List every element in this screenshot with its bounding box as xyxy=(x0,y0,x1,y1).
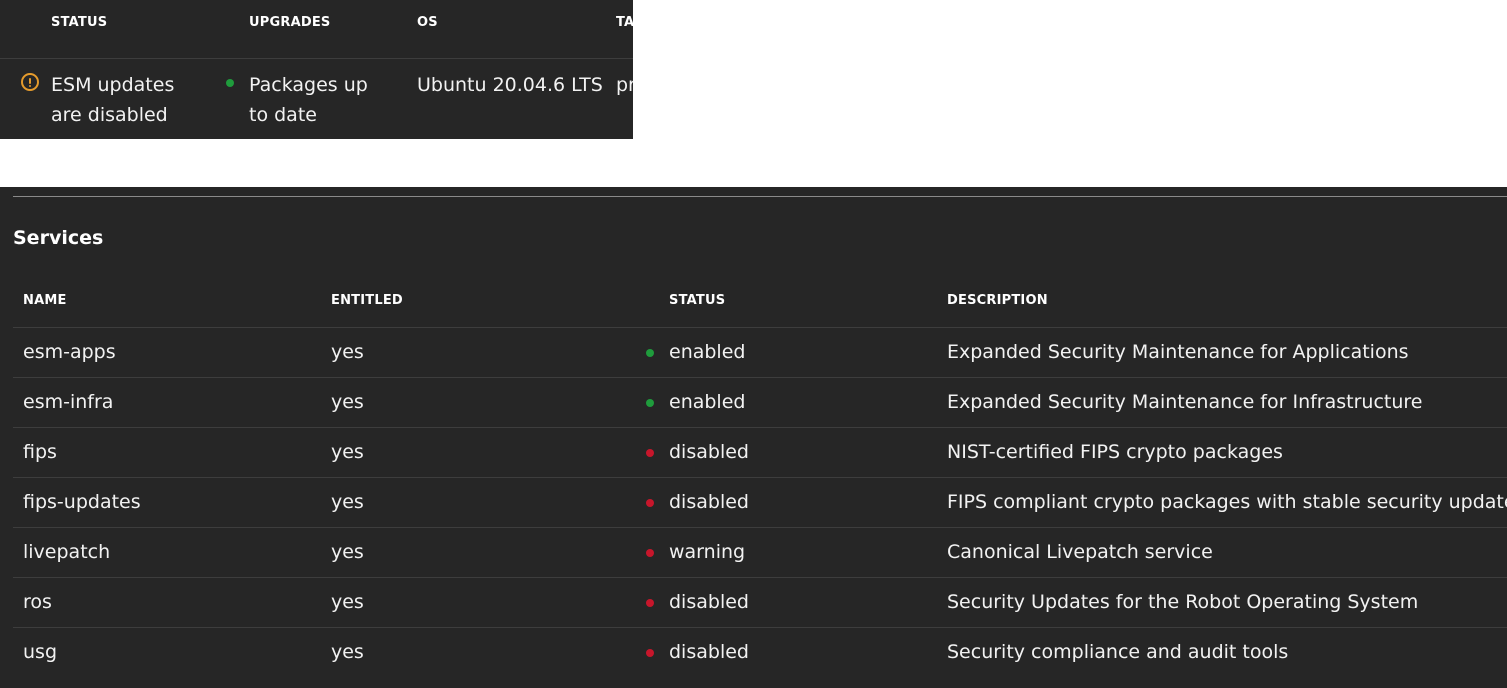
services-header-status: STATUS xyxy=(669,293,726,308)
service-entitled: yes xyxy=(331,391,364,413)
service-status: disabled xyxy=(669,591,749,613)
service-entitled: yes xyxy=(331,591,364,613)
status-dot-icon xyxy=(646,649,654,657)
table-row: fips yes disabled NIST-certified FIPS cr… xyxy=(13,427,1507,477)
services-panel: Services NAME ENTITLED STATUS DESCRIPTIO… xyxy=(0,187,1507,688)
table-row: ros yes disabled Security Updates for th… xyxy=(13,577,1507,627)
os-cell: Ubuntu 20.04.6 LTS xyxy=(417,74,603,96)
status-dot-icon xyxy=(646,399,654,407)
service-description: Canonical Livepatch service xyxy=(947,541,1213,563)
service-description: FIPS compliant crypto packages with stab… xyxy=(947,491,1507,513)
section-divider xyxy=(13,196,1507,197)
upgrades-status-dot-icon xyxy=(226,79,234,87)
upgrades-cell: Packages up to date xyxy=(249,70,368,130)
service-name: fips xyxy=(23,441,57,463)
service-entitled: yes xyxy=(331,541,364,563)
service-name: livepatch xyxy=(23,541,111,563)
service-status: disabled xyxy=(669,491,749,513)
service-entitled: yes xyxy=(331,341,364,363)
table-row: fips-updates yes disabled FIPS compliant… xyxy=(13,477,1507,527)
status-dot-icon xyxy=(646,499,654,507)
service-description: Security compliance and audit tools xyxy=(947,641,1289,663)
service-status: disabled xyxy=(669,641,749,663)
table-row: esm-apps yes enabled Expanded Security M… xyxy=(13,327,1507,377)
status-cell: ESM updates are disabled xyxy=(51,70,174,130)
upgrades-text-line2: to date xyxy=(249,104,317,126)
upgrades-text-line1: Packages up xyxy=(249,74,368,96)
status-dot-icon xyxy=(646,349,654,357)
services-header-description: DESCRIPTION xyxy=(947,293,1048,308)
table-row: livepatch yes warning Canonical Livepatc… xyxy=(13,527,1507,577)
service-description: Expanded Security Maintenance for Infras… xyxy=(947,391,1423,413)
status-dot-icon xyxy=(646,549,654,557)
status-dot-icon xyxy=(646,599,654,607)
header-divider xyxy=(0,58,633,59)
column-header-os: OS xyxy=(417,15,438,30)
tags-cell: pro xyxy=(616,74,633,96)
machine-summary-panel: STATUS UPGRADES OS TAGS ESM updates are … xyxy=(0,0,633,139)
column-header-status: STATUS xyxy=(51,15,108,30)
service-description: Security Updates for the Robot Operating… xyxy=(947,591,1419,613)
column-header-tags: TAGS xyxy=(616,15,633,30)
service-status: warning xyxy=(669,541,746,563)
warning-circle-icon xyxy=(21,73,39,91)
status-text-line2: are disabled xyxy=(51,104,168,126)
service-status: enabled xyxy=(669,391,746,413)
status-dot-icon xyxy=(646,449,654,457)
service-name: esm-apps xyxy=(23,341,116,363)
service-entitled: yes xyxy=(331,441,364,463)
service-status: enabled xyxy=(669,341,746,363)
service-entitled: yes xyxy=(331,641,364,663)
services-header-entitled: ENTITLED xyxy=(331,293,403,308)
service-name: esm-infra xyxy=(23,391,114,413)
service-name: fips-updates xyxy=(23,491,141,513)
table-row: esm-infra yes enabled Expanded Security … xyxy=(13,377,1507,427)
service-description: NIST-certified FIPS crypto packages xyxy=(947,441,1283,463)
service-status: disabled xyxy=(669,441,749,463)
status-text-line1: ESM updates xyxy=(51,74,175,96)
service-name: ros xyxy=(23,591,52,613)
service-name: usg xyxy=(23,641,58,663)
services-header-name: NAME xyxy=(23,293,67,308)
service-entitled: yes xyxy=(331,491,364,513)
services-title: Services xyxy=(13,227,104,249)
column-header-upgrades: UPGRADES xyxy=(249,15,331,30)
table-row: usg yes disabled Security compliance and… xyxy=(13,627,1507,677)
service-description: Expanded Security Maintenance for Applic… xyxy=(947,341,1409,363)
